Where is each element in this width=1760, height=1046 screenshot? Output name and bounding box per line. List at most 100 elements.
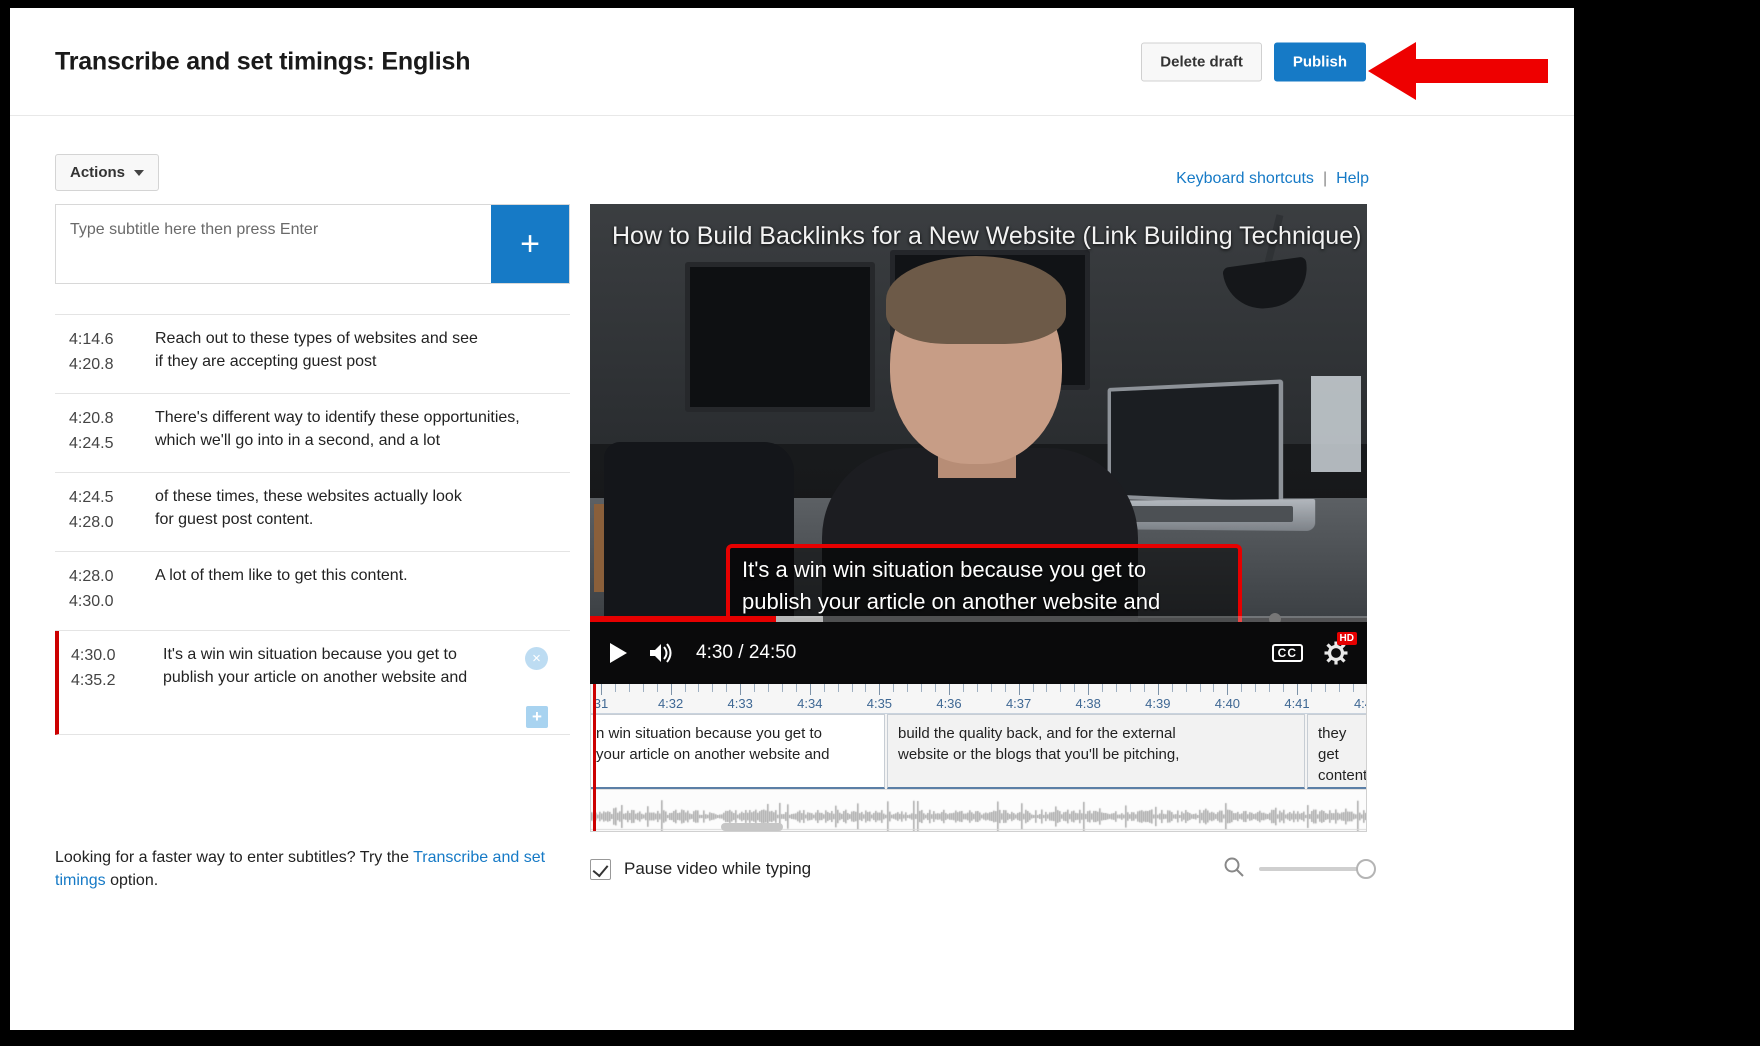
- subtitle-row-text[interactable]: It's a win win situation because you get…: [159, 643, 570, 718]
- ruler-tick: [740, 684, 742, 695]
- timeline-caption-block[interactable]: build the quality back, and for the exte…: [887, 714, 1305, 789]
- subtitle-row-times[interactable]: 4:30.0 4:35.2: [59, 643, 159, 718]
- subtitle-entry-row: +: [55, 204, 570, 284]
- keyboard-shortcuts-link[interactable]: Keyboard shortcuts: [1176, 170, 1314, 188]
- actions-dropdown-label: Actions: [70, 164, 126, 181]
- zoom-slider-handle[interactable]: [1356, 859, 1376, 879]
- subtitle-editor-panel: + 4:14.6niche.4:14.6 4:20.8Reach out to …: [55, 204, 570, 829]
- timeline-caption-block[interactable]: n win situation because you get to your …: [591, 714, 885, 789]
- subtitle-row-text[interactable]: A lot of them like to get this content.: [155, 564, 570, 614]
- ruler-minor-tick: [1143, 684, 1145, 692]
- play-icon[interactable]: [608, 642, 628, 664]
- scene-laptop-screen: [1107, 379, 1284, 507]
- subtitle-row[interactable]: 4:14.6 4:20.8 Reach out to these types of…: [55, 315, 570, 394]
- ruler-minor-tick: [990, 684, 992, 692]
- ruler-minor-tick: [837, 684, 839, 692]
- ruler-minor-tick: [1032, 684, 1034, 692]
- timeline-playhead[interactable]: [593, 684, 596, 831]
- ruler-minor-tick: [1213, 684, 1215, 692]
- ruler-minor-tick: [1046, 684, 1048, 692]
- actions-dropdown-button[interactable]: Actions: [55, 154, 160, 191]
- pause-video-label: Pause video while typing: [624, 859, 812, 878]
- ruler-minor-tick: [935, 684, 937, 692]
- ruler-minor-tick: [712, 684, 714, 692]
- checkbox-icon[interactable]: [590, 858, 611, 880]
- ruler-minor-tick: [1102, 684, 1104, 692]
- ruler-minor-tick: [1129, 684, 1131, 692]
- remove-subtitle-icon[interactable]: ×: [525, 647, 548, 670]
- ruler-minor-tick: [698, 684, 700, 692]
- subtitle-editor-card: Transcribe and set timings: English Dele…: [10, 8, 1574, 1030]
- subtitle-list[interactable]: 4:14.6niche.4:14.6 4:20.8Reach out to th…: [55, 284, 570, 829]
- video-title-overlay: How to Build Backlinks for a New Website…: [612, 222, 1362, 250]
- subtitle-row-times[interactable]: 4:14.6: [55, 285, 155, 298]
- volume-icon[interactable]: [648, 642, 674, 664]
- subtitle-row-text[interactable]: Reach out to these types of websites and…: [155, 327, 570, 377]
- insert-subtitle-icon[interactable]: +: [526, 706, 548, 728]
- subtitle-row-times[interactable]: 4:14.6 4:20.8: [55, 327, 155, 377]
- zoom-slider[interactable]: [1259, 859, 1376, 879]
- ruler-tick: [1297, 684, 1298, 695]
- scene-person-hair: [886, 256, 1066, 344]
- ruler-minor-tick: [1171, 684, 1173, 692]
- screenshot-root: Transcribe and set timings: English Dele…: [0, 0, 1760, 1046]
- help-links: Keyboard shortcuts | Help: [1176, 170, 1369, 188]
- ruler-minor-tick: [781, 684, 783, 692]
- ruler-tick-label: 4:42: [1353, 696, 1366, 711]
- caption-line-2: publish your article on another website …: [742, 589, 1161, 614]
- subtitle-row[interactable]: 4:24.5 4:28.0 of these times, these websi…: [55, 473, 570, 552]
- ruler-tick: [1157, 684, 1159, 695]
- ruler-minor-tick: [1324, 684, 1326, 692]
- footer-hint: Looking for a faster way to enter subtit…: [55, 846, 585, 892]
- pause-video-checkbox[interactable]: Pause video while typing: [590, 858, 812, 880]
- subtitle-row-times[interactable]: 4:28.0 4:30.0: [55, 564, 155, 614]
- subtitle-row[interactable]: 4:14.6niche.: [55, 285, 570, 315]
- video-player[interactable]: How to Build Backlinks for a New Website…: [590, 204, 1367, 684]
- gear-icon[interactable]: HD: [1323, 632, 1357, 666]
- subtitle-row-times[interactable]: 4:24.5 4:28.0: [55, 485, 155, 535]
- ruler-minor-tick: [1116, 684, 1118, 692]
- add-subtitle-button[interactable]: +: [491, 205, 569, 283]
- subtitle-row[interactable]: 4:30.0 4:35.2 It's a win win situation be…: [55, 631, 570, 735]
- ruler-minor-tick: [768, 684, 770, 692]
- audio-waveform: [591, 789, 1366, 831]
- subtitle-row[interactable]: 4:28.0 4:30.0 A lot of them like to get t…: [55, 552, 570, 631]
- ruler-minor-tick: [851, 684, 853, 692]
- help-link[interactable]: Help: [1336, 170, 1369, 188]
- publish-button[interactable]: Publish: [1273, 42, 1366, 82]
- delete-draft-button[interactable]: Delete draft: [1141, 42, 1262, 82]
- timeline-caption-track[interactable]: n win situation because you get to your …: [591, 714, 1366, 789]
- ruler-minor-tick: [893, 684, 895, 692]
- scene-box: [1311, 376, 1361, 472]
- timeline-zoom-control: [1223, 856, 1376, 883]
- time-display: 4:30 / 24:50: [696, 642, 797, 663]
- ruler-minor-tick: [1074, 684, 1076, 692]
- subtitle-timeline[interactable]: 31 4:32 4:33 4:34 4:35 4:36 4:37 4:38 4:39 4:40 4:…: [590, 684, 1367, 832]
- subtitle-row-text[interactable]: There's different way to identify these …: [155, 406, 570, 456]
- ruler-tick: [879, 684, 881, 695]
- magnifier-icon[interactable]: [1223, 856, 1245, 883]
- timeline-scrollbar[interactable]: [721, 823, 783, 831]
- timeline-ruler[interactable]: 31 4:32 4:33 4:34 4:35 4:36 4:37 4:38 4:39 4:40 4:…: [591, 684, 1366, 714]
- cc-button[interactable]: CC: [1271, 644, 1303, 662]
- ruler-minor-tick: [907, 684, 909, 692]
- ruler-minor-tick: [865, 684, 867, 692]
- timeline-caption-block[interactable]: they get content which w: [1307, 714, 1366, 789]
- footer-hint-suffix: option.: [105, 872, 159, 889]
- ruler-tick: [949, 684, 950, 695]
- subtitle-row-times[interactable]: 4:20.8 4:24.5: [55, 406, 155, 456]
- timeline-bottom-controls: Pause video while typing: [590, 846, 1376, 892]
- ruler-tick: [1227, 684, 1229, 695]
- ruler-tick-label: 4:32: [657, 696, 684, 711]
- subtitle-row-text[interactable]: niche.: [155, 285, 570, 298]
- subtitle-row[interactable]: 4:20.8 4:24.5 There's different way to id…: [55, 394, 570, 473]
- ruler-minor-tick: [754, 684, 756, 692]
- subtitle-row-text[interactable]: of these times, these websites actually …: [155, 485, 570, 535]
- ruler-tick-label: 4:39: [1145, 696, 1171, 711]
- ruler-tick-label: 4:36: [936, 696, 962, 711]
- ruler-tick-label: 4:40: [1214, 696, 1241, 711]
- subtitle-input[interactable]: [56, 205, 491, 283]
- video-panel: How to Build Backlinks for a New Website…: [590, 204, 1367, 832]
- ruler-minor-tick: [656, 684, 658, 692]
- footer-hint-prefix: Looking for a faster way to enter subtit…: [55, 849, 414, 866]
